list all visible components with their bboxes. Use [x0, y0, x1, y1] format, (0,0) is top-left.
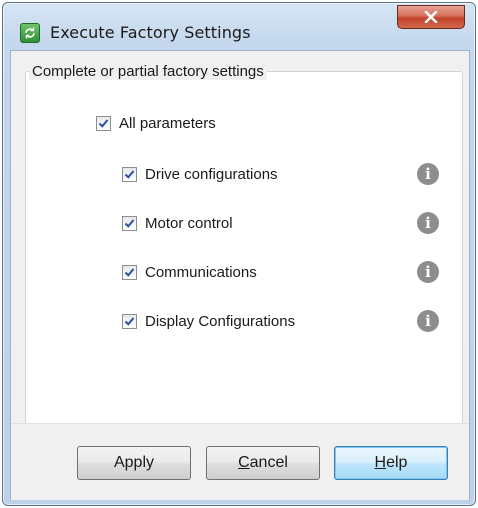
- drive-configurations-checkbox[interactable]: [122, 167, 137, 182]
- communications-label: Communications: [145, 264, 257, 281]
- communications-checkbox[interactable]: [122, 265, 137, 280]
- help-button[interactable]: Help: [334, 446, 448, 480]
- checkbox-row-drive-configurations[interactable]: Drive configurations: [122, 166, 278, 183]
- checkbox-row-all-parameters[interactable]: All parameters: [96, 115, 216, 132]
- motor-control-label: Motor control: [145, 215, 233, 232]
- info-icon[interactable]: i: [417, 212, 439, 234]
- checkmark-icon: [124, 170, 135, 179]
- motor-control-checkbox[interactable]: [122, 216, 137, 231]
- window-title: Execute Factory Settings: [50, 23, 251, 42]
- display-configurations-checkbox[interactable]: [122, 314, 137, 329]
- info-icon[interactable]: i: [417, 310, 439, 332]
- checkmark-icon: [124, 317, 135, 326]
- info-icon[interactable]: i: [417, 261, 439, 283]
- factory-settings-groupbox: All parameters Drive configurations i Mo…: [25, 71, 463, 426]
- checkbox-row-motor-control[interactable]: Motor control: [122, 215, 233, 232]
- display-configurations-label: Display Configurations: [145, 313, 296, 330]
- close-icon: [424, 11, 438, 23]
- close-button[interactable]: [397, 5, 465, 29]
- dialog-window: Execute Factory Settings All parameters: [2, 2, 476, 506]
- all-parameters-checkbox[interactable]: [96, 116, 111, 131]
- cancel-button[interactable]: Cancel: [206, 446, 320, 480]
- title-bar[interactable]: Execute Factory Settings: [3, 3, 475, 43]
- checkbox-row-communications[interactable]: Communications: [122, 264, 257, 281]
- app-icon: [20, 23, 40, 43]
- checkbox-row-display-configurations[interactable]: Display Configurations: [122, 313, 295, 330]
- drive-configurations-label: Drive configurations: [145, 166, 278, 183]
- checkmark-icon: [124, 268, 135, 277]
- help-button-label: Help: [374, 454, 408, 471]
- dialog-client-area: All parameters Drive configurations i Mo…: [10, 50, 470, 500]
- checkmark-icon: [124, 219, 135, 228]
- all-parameters-label: All parameters: [119, 115, 216, 132]
- cancel-button-label: Cancel: [238, 454, 288, 471]
- refresh-icon: [25, 27, 35, 39]
- info-icon[interactable]: i: [417, 163, 439, 185]
- groupbox-legend: Complete or partial factory settings: [29, 63, 267, 80]
- apply-button-label: Apply: [113, 454, 155, 471]
- apply-button[interactable]: Apply: [77, 446, 191, 480]
- checkmark-icon: [98, 119, 109, 128]
